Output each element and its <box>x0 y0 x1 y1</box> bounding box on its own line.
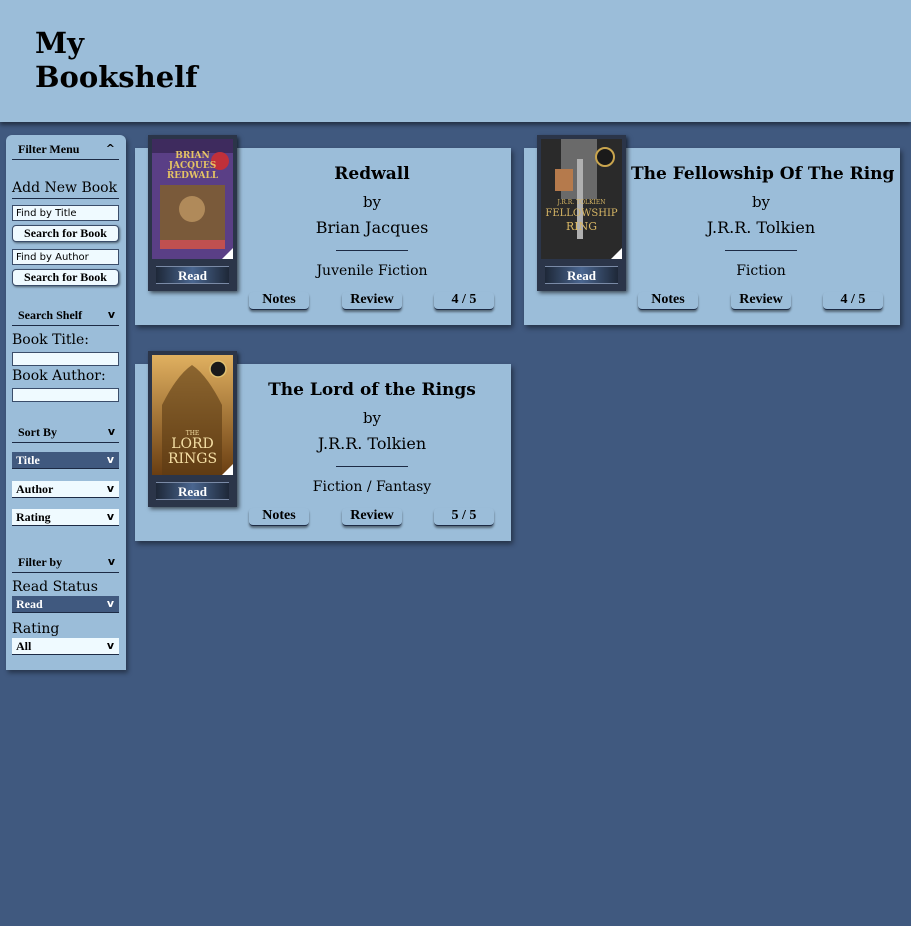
book-author: Brian Jacques <box>315 218 429 237</box>
chevron-down-icon: v <box>107 425 115 438</box>
chevron-up-icon: ^ <box>105 142 115 155</box>
book-genre: Fiction <box>736 263 786 279</box>
book-author: J.R.R. Tolkien <box>317 434 427 453</box>
book-cover-frame: THE LORD RINGS Read <box>148 351 237 507</box>
book-cover-frame: J.R.R. TOLKIEN FELLOWSHIP RING Read <box>537 135 626 291</box>
book-cover-frame: BRIAN JACQUES REDWALL Read <box>148 135 237 291</box>
rating-badge[interactable]: 5 / 5 <box>434 508 494 526</box>
filter-by-toggle[interactable]: Filter by v <box>12 553 119 573</box>
read-button[interactable]: Read <box>156 482 229 500</box>
book-title-label: Book Title: <box>12 332 89 348</box>
book-title: The Lord of the Rings <box>268 380 476 400</box>
book-cover-image[interactable]: THE LORD RINGS <box>152 355 233 475</box>
book-cover-image[interactable]: BRIAN JACQUES REDWALL <box>152 139 233 259</box>
rating-badge[interactable]: 4 / 5 <box>823 292 883 310</box>
chevron-down-icon: v <box>106 510 114 523</box>
book-genre: Juvenile Fiction <box>316 263 428 279</box>
rating-filter-select[interactable]: All v <box>12 638 119 655</box>
review-button[interactable]: Review <box>342 292 402 310</box>
chevron-down-icon: v <box>106 639 114 652</box>
cover-text: J.R.R. TOLKIEN <box>557 199 606 206</box>
cover-text: FELLOWSHIP <box>545 208 618 219</box>
divider <box>336 250 408 251</box>
read-status-value: Read <box>16 597 43 611</box>
book-author-label: Book Author: <box>12 368 106 384</box>
chevron-down-icon: v <box>106 597 114 610</box>
filter-menu-toggle[interactable]: Filter Menu ^ <box>12 140 119 160</box>
book-title-input[interactable] <box>12 352 119 366</box>
chevron-down-icon: v <box>106 482 114 495</box>
cover-text: RING <box>565 220 598 233</box>
book-cover-image[interactable]: J.R.R. TOLKIEN FELLOWSHIP RING <box>541 139 622 259</box>
cover-text: RINGS <box>167 451 218 467</box>
notes-button[interactable]: Notes <box>638 292 698 310</box>
search-by-author-button[interactable]: Search for Book <box>12 269 119 286</box>
book-genre: Fiction / Fantasy <box>312 479 432 495</box>
divider <box>336 466 408 467</box>
read-button[interactable]: Read <box>545 266 618 284</box>
notes-button[interactable]: Notes <box>249 508 309 526</box>
review-button[interactable]: Review <box>731 292 791 310</box>
sort-option-label: Title <box>16 453 40 467</box>
book-card: BRIAN JACQUES REDWALL Read Redwall by Br… <box>135 135 511 325</box>
sort-option-author[interactable]: Author v <box>12 481 119 498</box>
app-header: My Bookshelf <box>0 0 911 122</box>
book-author-input[interactable] <box>12 388 119 402</box>
sort-by-toggle[interactable]: Sort By v <box>12 423 119 443</box>
read-status-label: Read Status <box>12 579 98 595</box>
filter-by-label: Filter by <box>18 555 63 569</box>
cover-text: LORD <box>171 436 214 452</box>
read-button[interactable]: Read <box>156 266 229 284</box>
book-title: Redwall <box>334 164 410 184</box>
search-shelf-label: Search Shelf <box>18 308 83 322</box>
book-by: by <box>751 193 771 211</box>
cover-text: BRIAN <box>175 151 210 161</box>
add-new-book-heading: Add New Book <box>12 180 118 196</box>
chevron-down-icon: v <box>106 453 114 466</box>
chevron-down-icon: v <box>107 555 115 568</box>
sort-option-label: Rating <box>16 510 51 524</box>
book-by: by <box>362 409 382 427</box>
divider <box>12 198 119 199</box>
book-card: J.R.R. TOLKIEN FELLOWSHIP RING Read The … <box>524 135 900 325</box>
book-card: THE LORD RINGS Read The Lord of the Ring… <box>135 351 511 541</box>
sort-option-rating[interactable]: Rating v <box>12 509 119 526</box>
read-status-select[interactable]: Read v <box>12 596 119 613</box>
filter-menu-label: Filter Menu <box>18 142 80 156</box>
find-by-title-input[interactable] <box>12 205 119 221</box>
search-by-title-button[interactable]: Search for Book <box>12 225 119 242</box>
divider <box>725 250 797 251</box>
search-shelf-toggle[interactable]: Search Shelf v <box>12 306 119 326</box>
rating-badge[interactable]: 4 / 5 <box>434 292 494 310</box>
book-title: The Fellowship Of The Ring <box>631 164 895 184</box>
rating-filter-value: All <box>16 639 32 653</box>
notes-button[interactable]: Notes <box>249 292 309 310</box>
find-by-author-input[interactable] <box>12 249 119 265</box>
rating-filter-label: Rating <box>12 621 60 637</box>
chevron-down-icon: v <box>107 308 115 321</box>
sort-option-title[interactable]: Title v <box>12 452 119 469</box>
review-button[interactable]: Review <box>342 508 402 526</box>
book-by: by <box>362 193 382 211</box>
cover-text: JACQUES <box>168 161 217 171</box>
app-title: My Bookshelf <box>35 26 198 94</box>
sort-by-label: Sort By <box>18 425 57 439</box>
filter-sidebar: Filter Menu ^ Add New Book Search for Bo… <box>6 135 126 670</box>
sort-option-label: Author <box>16 482 54 496</box>
cover-text: REDWALL <box>166 171 219 181</box>
book-author: J.R.R. Tolkien <box>706 218 816 237</box>
